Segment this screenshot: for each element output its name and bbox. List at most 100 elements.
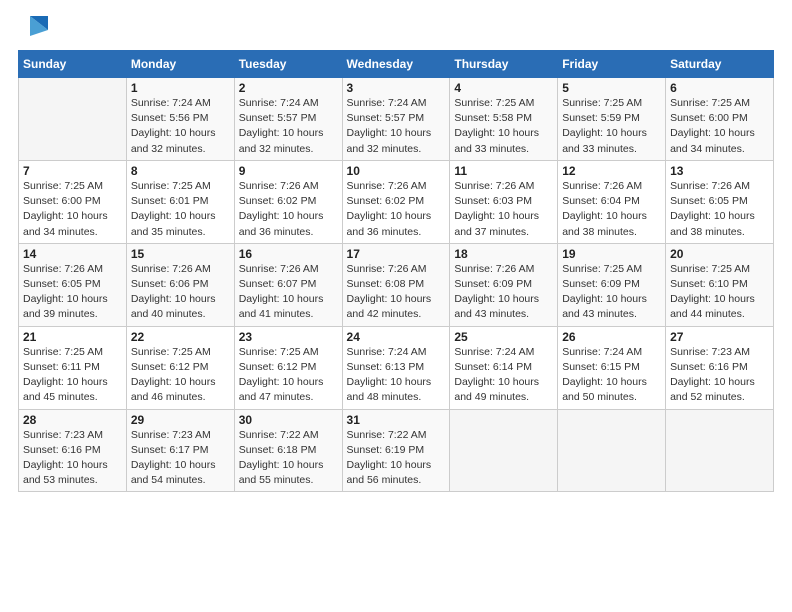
day-number: 27	[670, 330, 769, 344]
calendar-cell: 16Sunrise: 7:26 AMSunset: 6:07 PMDayligh…	[234, 243, 342, 326]
day-number: 18	[454, 247, 553, 261]
day-info: Sunrise: 7:25 AMSunset: 6:09 PMDaylight:…	[562, 262, 661, 323]
calendar-cell: 20Sunrise: 7:25 AMSunset: 6:10 PMDayligh…	[666, 243, 774, 326]
day-info: Sunrise: 7:25 AMSunset: 6:01 PMDaylight:…	[131, 179, 230, 240]
day-info: Sunrise: 7:26 AMSunset: 6:08 PMDaylight:…	[347, 262, 446, 323]
day-number: 4	[454, 81, 553, 95]
calendar-body: 1Sunrise: 7:24 AMSunset: 5:56 PMDaylight…	[19, 78, 774, 492]
day-info: Sunrise: 7:26 AMSunset: 6:04 PMDaylight:…	[562, 179, 661, 240]
day-number: 2	[239, 81, 338, 95]
day-info: Sunrise: 7:25 AMSunset: 6:11 PMDaylight:…	[23, 345, 122, 406]
calendar-cell: 17Sunrise: 7:26 AMSunset: 6:08 PMDayligh…	[342, 243, 450, 326]
day-info: Sunrise: 7:24 AMSunset: 5:56 PMDaylight:…	[131, 96, 230, 157]
day-info: Sunrise: 7:23 AMSunset: 6:17 PMDaylight:…	[131, 428, 230, 489]
logo-icon	[20, 12, 48, 40]
calendar-cell: 25Sunrise: 7:24 AMSunset: 6:14 PMDayligh…	[450, 326, 558, 409]
calendar-cell: 15Sunrise: 7:26 AMSunset: 6:06 PMDayligh…	[126, 243, 234, 326]
weekday-row: SundayMondayTuesdayWednesdayThursdayFrid…	[19, 51, 774, 78]
weekday-header-friday: Friday	[558, 51, 666, 78]
day-info: Sunrise: 7:25 AMSunset: 5:59 PMDaylight:…	[562, 96, 661, 157]
calendar-cell: 12Sunrise: 7:26 AMSunset: 6:04 PMDayligh…	[558, 160, 666, 243]
day-number: 29	[131, 413, 230, 427]
day-number: 12	[562, 164, 661, 178]
calendar-cell: 8Sunrise: 7:25 AMSunset: 6:01 PMDaylight…	[126, 160, 234, 243]
calendar-cell: 13Sunrise: 7:26 AMSunset: 6:05 PMDayligh…	[666, 160, 774, 243]
calendar-cell: 31Sunrise: 7:22 AMSunset: 6:19 PMDayligh…	[342, 409, 450, 492]
week-row-1: 1Sunrise: 7:24 AMSunset: 5:56 PMDaylight…	[19, 78, 774, 161]
day-info: Sunrise: 7:26 AMSunset: 6:03 PMDaylight:…	[454, 179, 553, 240]
weekday-header-tuesday: Tuesday	[234, 51, 342, 78]
calendar-cell: 24Sunrise: 7:24 AMSunset: 6:13 PMDayligh…	[342, 326, 450, 409]
day-info: Sunrise: 7:23 AMSunset: 6:16 PMDaylight:…	[670, 345, 769, 406]
week-row-4: 21Sunrise: 7:25 AMSunset: 6:11 PMDayligh…	[19, 326, 774, 409]
week-row-2: 7Sunrise: 7:25 AMSunset: 6:00 PMDaylight…	[19, 160, 774, 243]
calendar-cell: 3Sunrise: 7:24 AMSunset: 5:57 PMDaylight…	[342, 78, 450, 161]
calendar-cell	[19, 78, 127, 161]
day-info: Sunrise: 7:26 AMSunset: 6:05 PMDaylight:…	[670, 179, 769, 240]
day-number: 14	[23, 247, 122, 261]
weekday-header-thursday: Thursday	[450, 51, 558, 78]
day-number: 10	[347, 164, 446, 178]
day-number: 9	[239, 164, 338, 178]
calendar-table: SundayMondayTuesdayWednesdayThursdayFrid…	[18, 50, 774, 492]
day-number: 13	[670, 164, 769, 178]
calendar-cell: 21Sunrise: 7:25 AMSunset: 6:11 PMDayligh…	[19, 326, 127, 409]
day-info: Sunrise: 7:26 AMSunset: 6:02 PMDaylight:…	[239, 179, 338, 240]
day-number: 8	[131, 164, 230, 178]
calendar-header: SundayMondayTuesdayWednesdayThursdayFrid…	[19, 51, 774, 78]
day-info: Sunrise: 7:23 AMSunset: 6:16 PMDaylight:…	[23, 428, 122, 489]
calendar-cell: 9Sunrise: 7:26 AMSunset: 6:02 PMDaylight…	[234, 160, 342, 243]
day-info: Sunrise: 7:26 AMSunset: 6:07 PMDaylight:…	[239, 262, 338, 323]
day-number: 26	[562, 330, 661, 344]
day-info: Sunrise: 7:26 AMSunset: 6:02 PMDaylight:…	[347, 179, 446, 240]
day-info: Sunrise: 7:25 AMSunset: 6:00 PMDaylight:…	[670, 96, 769, 157]
day-info: Sunrise: 7:22 AMSunset: 6:18 PMDaylight:…	[239, 428, 338, 489]
calendar-cell: 22Sunrise: 7:25 AMSunset: 6:12 PMDayligh…	[126, 326, 234, 409]
week-row-5: 28Sunrise: 7:23 AMSunset: 6:16 PMDayligh…	[19, 409, 774, 492]
calendar-cell: 10Sunrise: 7:26 AMSunset: 6:02 PMDayligh…	[342, 160, 450, 243]
day-info: Sunrise: 7:24 AMSunset: 6:15 PMDaylight:…	[562, 345, 661, 406]
day-number: 20	[670, 247, 769, 261]
calendar-cell: 23Sunrise: 7:25 AMSunset: 6:12 PMDayligh…	[234, 326, 342, 409]
calendar-cell: 29Sunrise: 7:23 AMSunset: 6:17 PMDayligh…	[126, 409, 234, 492]
weekday-header-wednesday: Wednesday	[342, 51, 450, 78]
day-number: 25	[454, 330, 553, 344]
day-info: Sunrise: 7:26 AMSunset: 6:06 PMDaylight:…	[131, 262, 230, 323]
weekday-header-saturday: Saturday	[666, 51, 774, 78]
day-number: 24	[347, 330, 446, 344]
calendar-cell: 14Sunrise: 7:26 AMSunset: 6:05 PMDayligh…	[19, 243, 127, 326]
day-info: Sunrise: 7:24 AMSunset: 5:57 PMDaylight:…	[347, 96, 446, 157]
day-number: 17	[347, 247, 446, 261]
calendar-cell: 4Sunrise: 7:25 AMSunset: 5:58 PMDaylight…	[450, 78, 558, 161]
day-info: Sunrise: 7:24 AMSunset: 6:13 PMDaylight:…	[347, 345, 446, 406]
day-number: 7	[23, 164, 122, 178]
page: SundayMondayTuesdayWednesdayThursdayFrid…	[0, 0, 792, 612]
calendar-cell: 7Sunrise: 7:25 AMSunset: 6:00 PMDaylight…	[19, 160, 127, 243]
day-number: 19	[562, 247, 661, 261]
day-info: Sunrise: 7:22 AMSunset: 6:19 PMDaylight:…	[347, 428, 446, 489]
header	[18, 16, 774, 40]
day-number: 16	[239, 247, 338, 261]
calendar-cell	[558, 409, 666, 492]
calendar-cell: 1Sunrise: 7:24 AMSunset: 5:56 PMDaylight…	[126, 78, 234, 161]
day-info: Sunrise: 7:25 AMSunset: 6:12 PMDaylight:…	[239, 345, 338, 406]
day-number: 1	[131, 81, 230, 95]
day-info: Sunrise: 7:25 AMSunset: 6:00 PMDaylight:…	[23, 179, 122, 240]
day-number: 11	[454, 164, 553, 178]
day-info: Sunrise: 7:26 AMSunset: 6:09 PMDaylight:…	[454, 262, 553, 323]
weekday-header-sunday: Sunday	[19, 51, 127, 78]
day-info: Sunrise: 7:25 AMSunset: 6:12 PMDaylight:…	[131, 345, 230, 406]
day-number: 21	[23, 330, 122, 344]
day-number: 31	[347, 413, 446, 427]
day-info: Sunrise: 7:26 AMSunset: 6:05 PMDaylight:…	[23, 262, 122, 323]
calendar-cell: 18Sunrise: 7:26 AMSunset: 6:09 PMDayligh…	[450, 243, 558, 326]
calendar-cell	[450, 409, 558, 492]
calendar-cell: 2Sunrise: 7:24 AMSunset: 5:57 PMDaylight…	[234, 78, 342, 161]
calendar-cell: 11Sunrise: 7:26 AMSunset: 6:03 PMDayligh…	[450, 160, 558, 243]
day-number: 6	[670, 81, 769, 95]
week-row-3: 14Sunrise: 7:26 AMSunset: 6:05 PMDayligh…	[19, 243, 774, 326]
day-info: Sunrise: 7:24 AMSunset: 6:14 PMDaylight:…	[454, 345, 553, 406]
day-number: 15	[131, 247, 230, 261]
calendar-cell: 19Sunrise: 7:25 AMSunset: 6:09 PMDayligh…	[558, 243, 666, 326]
calendar-cell	[666, 409, 774, 492]
